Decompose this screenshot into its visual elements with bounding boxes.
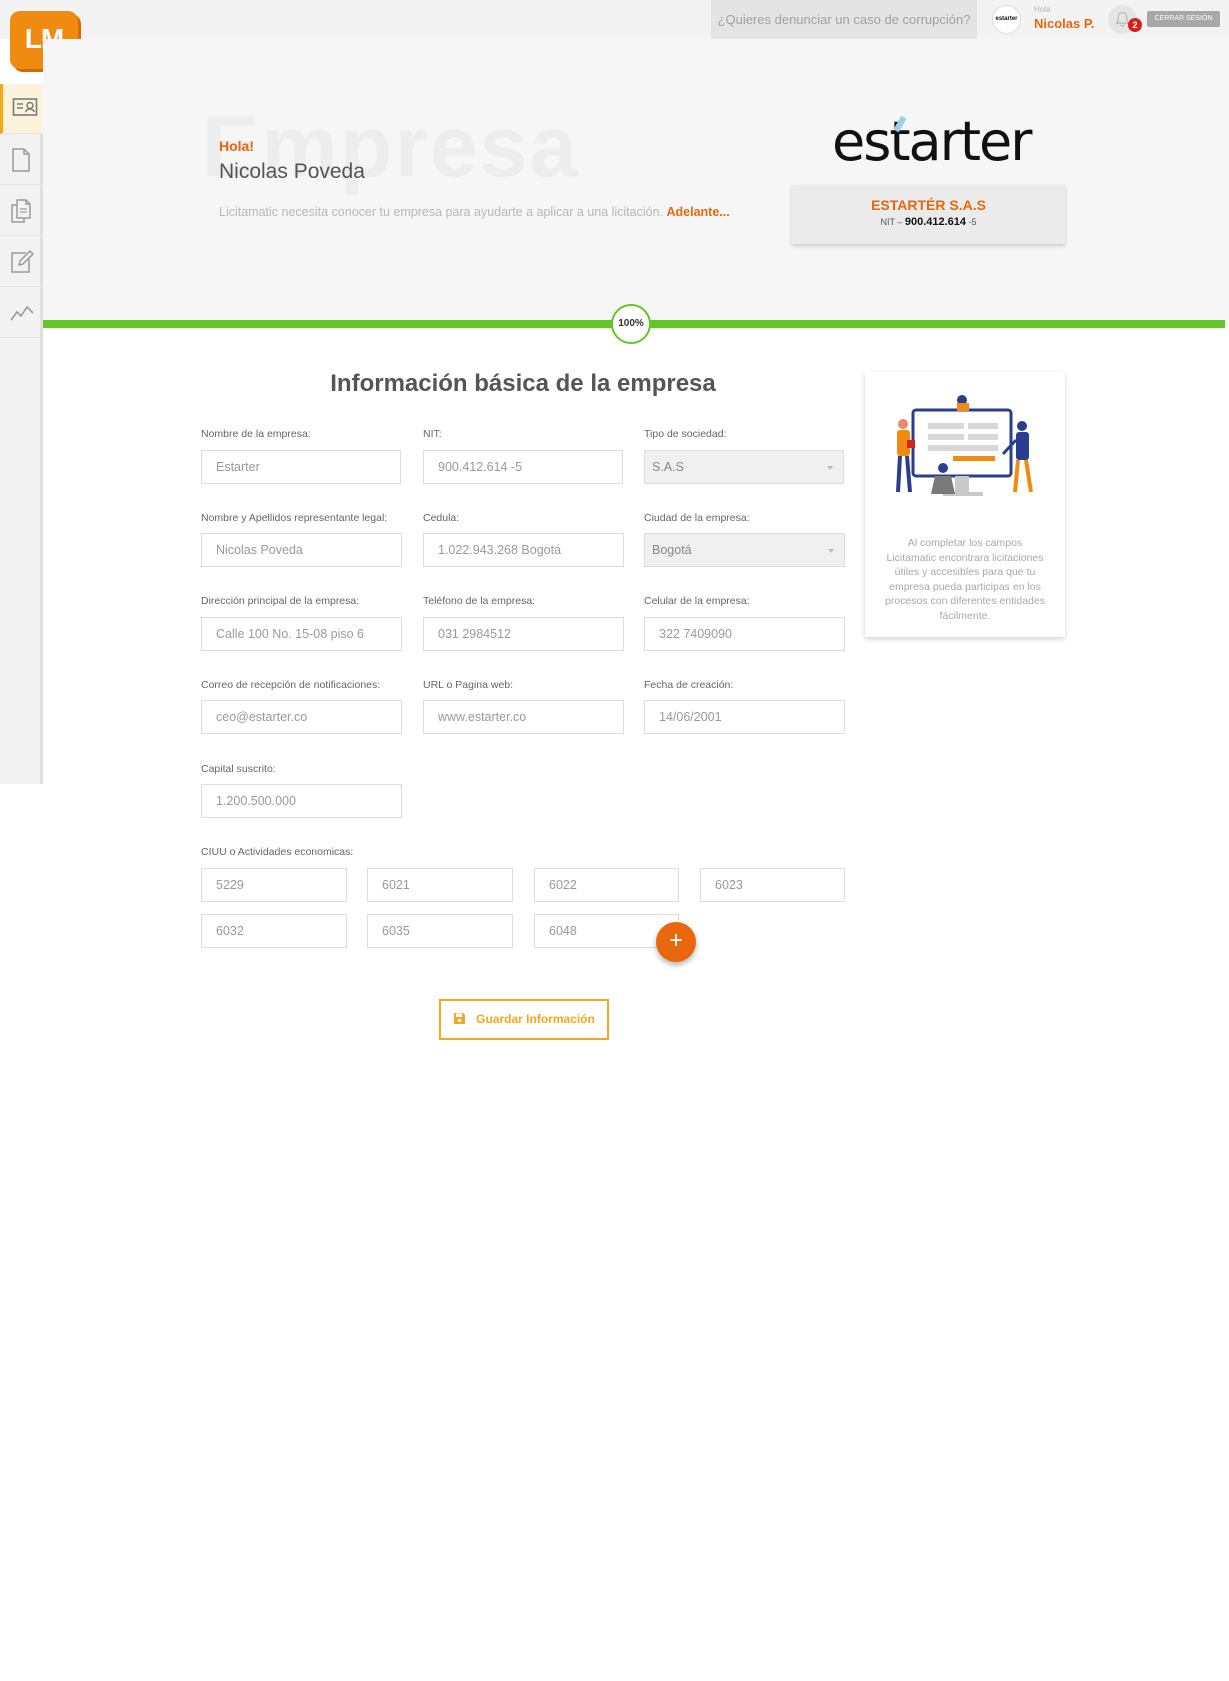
phone-input[interactable]: 031 2984512: [423, 617, 624, 651]
ciiu-input[interactable]: 6021: [367, 868, 513, 902]
team-illustration: [896, 395, 1033, 496]
company-name-label: Nombre de la empresa:: [201, 428, 311, 440]
capital-label: Capital suscrito:: [201, 763, 276, 775]
info-card: Al completar los campos Licitamatic enco…: [865, 372, 1065, 637]
sidebar-item-company[interactable]: [0, 84, 43, 134]
mobile-input[interactable]: 322 7409090: [644, 617, 845, 651]
sidebar-item-stats[interactable]: [0, 288, 43, 338]
info-card-text: Al completar los campos Licitamatic enco…: [885, 537, 1045, 622]
sidebar: [0, 84, 43, 784]
founded-label: Fecha de creación:: [644, 679, 734, 691]
id-number-input[interactable]: 1.022.943.268 Bogotá: [423, 533, 624, 567]
caret-down-icon: [828, 549, 834, 553]
nit-number: 900.412.614: [904, 216, 966, 228]
save-button[interactable]: Guardar Información: [439, 999, 609, 1040]
website-input[interactable]: www.estarter.co: [423, 700, 624, 734]
society-type-label: Tipo de sociedad:: [644, 428, 727, 440]
save-button-label: Guardar Información: [476, 1012, 595, 1026]
nit-input[interactable]: 900.412.614 -5: [423, 450, 623, 484]
address-input[interactable]: Calle 100 No. 15-08 piso 6: [201, 617, 402, 651]
company-brand-logo: estarter: [832, 110, 1032, 173]
greeting-label: Hola: [1034, 5, 1051, 14]
company-avatar[interactable]: estarter: [992, 5, 1021, 34]
id-number-label: Cedula:: [423, 512, 460, 524]
nit-label: NIT:: [423, 428, 442, 440]
hero-description: Licitamatic necesita conocer tu empresa …: [219, 205, 730, 219]
caret-down-icon: [827, 466, 833, 470]
company-card: ESTARTÉR S.A.S NIT – 900.412.614 -5: [792, 185, 1065, 244]
id-card-icon: [12, 98, 38, 116]
phone-label: Teléfono de la empresa:: [423, 595, 536, 607]
hero-next-link[interactable]: Adelante...: [666, 205, 729, 219]
company-card-nit: NIT – 900.412.614 -5: [792, 216, 1065, 228]
email-label: Correo de recepción de notificaciones:: [201, 679, 381, 691]
progress-indicator: 100%: [611, 304, 651, 344]
trend-chart-icon: [10, 305, 34, 321]
company-card-name: ESTARTÉR S.A.S: [871, 197, 986, 213]
city-select[interactable]: Bogotá: [644, 533, 845, 567]
sidebar-item-edit[interactable]: [0, 237, 43, 287]
save-icon: [454, 1013, 466, 1025]
mobile-label: Celular de la empresa:: [644, 595, 750, 607]
ciiu-input[interactable]: 6022: [534, 868, 679, 902]
documents-icon: [11, 199, 31, 223]
edit-icon: [11, 249, 35, 273]
city-value: Bogotá: [652, 543, 692, 557]
nit-suffix: -5: [968, 217, 977, 227]
legal-rep-input[interactable]: Nicolas Poveda: [201, 533, 402, 567]
notification-badge: 2: [1128, 18, 1142, 32]
hero-greeting: Hola!: [219, 138, 254, 154]
society-type-value: S.A.S: [652, 460, 684, 474]
add-ciiu-button[interactable]: +: [656, 922, 696, 962]
sidebar-item-documents[interactable]: [0, 135, 43, 185]
ciiu-input[interactable]: 6032: [201, 914, 347, 948]
founded-input[interactable]: 14/06/2001: [644, 700, 845, 734]
city-label: Ciudad de la empresa:: [644, 512, 750, 524]
logout-button[interactable]: CERRAR SESIÓN: [1147, 11, 1220, 27]
sidebar-item-files[interactable]: [0, 186, 43, 236]
capital-input[interactable]: 1.200.500.000: [201, 784, 402, 818]
company-name-input[interactable]: Estarter: [201, 450, 401, 484]
ciiu-input[interactable]: 5229: [201, 868, 347, 902]
ciiu-input[interactable]: 6035: [367, 914, 513, 948]
user-name[interactable]: Nicolas P.: [1034, 16, 1094, 31]
legal-rep-label: Nombre y Apellidos representante legal:: [201, 512, 388, 524]
hero-user-name: Nicolas Poveda: [219, 160, 365, 183]
website-label: URL o Pagina web:: [423, 679, 514, 691]
society-type-select[interactable]: S.A.S: [644, 450, 844, 484]
report-corruption-link[interactable]: ¿Quieres denunciar un caso de corrupción…: [711, 0, 977, 39]
hero-description-text: Licitamatic necesita conocer tu empresa …: [219, 205, 663, 219]
app-root: { "header": { "corruption_link": "¿Quier…: [0, 0, 1229, 1681]
form-title: Información básica de la empresa: [330, 370, 716, 397]
ciiu-label: CIUU o Actividades economicas:: [201, 846, 354, 858]
top-bar: ¿Quieres denunciar un caso de corrupción…: [0, 0, 1229, 39]
document-icon: [12, 148, 30, 172]
nit-prefix: NIT –: [880, 217, 903, 227]
ciiu-input[interactable]: 6023: [700, 868, 845, 902]
email-input[interactable]: ceo@estarter.co: [201, 700, 402, 734]
address-label: Dirección principal de la empresa:: [201, 595, 360, 607]
